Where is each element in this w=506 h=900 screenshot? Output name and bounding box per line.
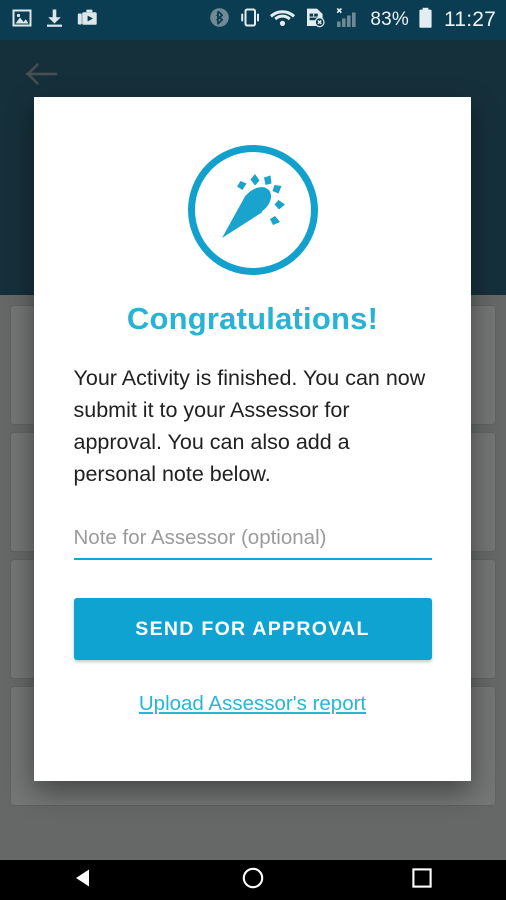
nav-back-button[interactable] [44,860,124,900]
dialog-title: Congratulations! [126,301,379,336]
phone-screen: 83% 11:27 Congratulations! Your Activity… [0,0,506,900]
clock-label: 11:27 [444,8,496,31]
download-icon [45,8,64,33]
celebration-badge [187,145,318,275]
bluetooth-disabled-icon [209,7,230,33]
note-field-container [73,524,432,560]
nav-home-button[interactable] [213,860,293,900]
triangle-back-icon [72,866,96,895]
status-bar-left-icons [12,8,98,33]
signal-no-service-icon [335,7,361,34]
square-recents-icon [410,866,434,895]
dialog-body-text: Your Activity is finished. You can now s… [73,366,426,486]
battery-percent-label: 83% [370,9,409,30]
party-popper-icon [214,169,292,252]
battery-icon [418,7,433,34]
status-bar-right-icons: 83% 11:27 [209,7,496,34]
wifi-icon [270,8,296,33]
vibrate-mode-icon [239,7,261,33]
circle-home-icon [241,866,265,895]
status-bar: 83% 11:27 [0,0,506,40]
upload-assessor-report-link[interactable]: Upload Assessor's report [139,692,366,716]
send-for-approval-button[interactable]: SEND FOR APPROVAL [73,598,432,660]
sim-card-error-icon [304,7,326,33]
nav-recents-button[interactable] [382,860,462,900]
image-icon [12,8,32,33]
android-navigation-bar [0,860,506,900]
work-briefcase-icon [77,8,98,33]
congratulations-dialog: Congratulations! Your Activity is finish… [34,97,471,781]
note-for-assessor-input[interactable] [73,524,432,552]
